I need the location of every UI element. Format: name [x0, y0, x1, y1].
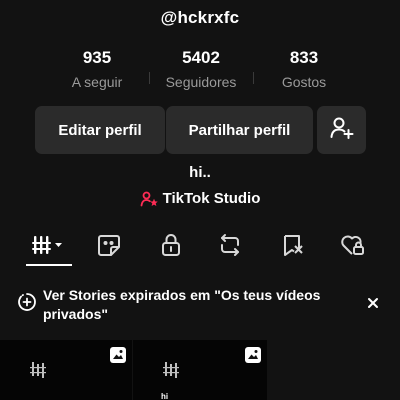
likes-count: 833: [289, 48, 319, 67]
stat-likes[interactable]: 833 Gostos: [254, 48, 354, 90]
video-grid: hi: [0, 340, 400, 400]
tab-liked[interactable]: [338, 232, 368, 262]
thumbnail-preview: [30, 360, 60, 387]
lock-icon: [159, 232, 183, 263]
story-plus-icon: [17, 292, 37, 317]
profile-bio: hi..: [189, 164, 211, 181]
studio-label: TikTok Studio: [162, 190, 261, 207]
likes-label: Gostos: [281, 74, 327, 90]
edit-profile-button[interactable]: Editar perfil: [35, 106, 165, 154]
stat-followers[interactable]: 5402 Seguidores: [151, 48, 251, 90]
sticker-icon: [96, 232, 122, 263]
person-add-icon: [329, 115, 355, 145]
banner-text: Ver Stories expirados em "Os teus vídeos…: [43, 287, 321, 322]
following-count: 935: [82, 48, 112, 67]
photo-post-icon: [109, 346, 127, 369]
tab-private[interactable]: [156, 232, 186, 262]
bookmark-icon: [280, 232, 306, 263]
profile-stats: 935 A seguir 5402 Seguidores 833 Gostos: [0, 48, 400, 92]
following-label: A seguir: [71, 74, 123, 90]
stats-divider: [149, 72, 150, 84]
liked-heart-icon: [339, 232, 367, 263]
video-thumbnail[interactable]: hi: [133, 340, 267, 400]
videos-grid-icon: [31, 233, 65, 262]
tiktok-studio-link[interactable]: TikTok Studio: [0, 190, 400, 207]
tab-stickers[interactable]: [94, 232, 124, 262]
photo-post-icon: [244, 346, 262, 369]
tab-favorites[interactable]: [278, 232, 308, 262]
repost-icon: [217, 232, 243, 263]
tab-reposts[interactable]: [215, 232, 245, 262]
thumbnail-caption: hi: [161, 392, 169, 400]
active-tab-indicator: [26, 264, 72, 266]
share-profile-button[interactable]: Partilhar perfil: [166, 106, 313, 154]
studio-icon: [140, 191, 158, 207]
followers-label: Seguidores: [165, 74, 237, 90]
tab-videos[interactable]: [31, 232, 65, 262]
stat-following[interactable]: 935 A seguir: [47, 48, 147, 90]
video-thumbnail[interactable]: [0, 340, 132, 400]
close-icon[interactable]: [366, 296, 380, 315]
profile-tabs: [0, 228, 400, 268]
video-thumbnail[interactable]: [268, 340, 400, 400]
thumbnail-preview: [163, 360, 193, 387]
followers-count: 5402: [182, 48, 220, 67]
expired-stories-banner[interactable]: Ver Stories expirados em "Os teus vídeos…: [0, 280, 400, 332]
add-friend-button[interactable]: [317, 106, 366, 154]
profile-username: @hckrxfc: [160, 8, 240, 27]
